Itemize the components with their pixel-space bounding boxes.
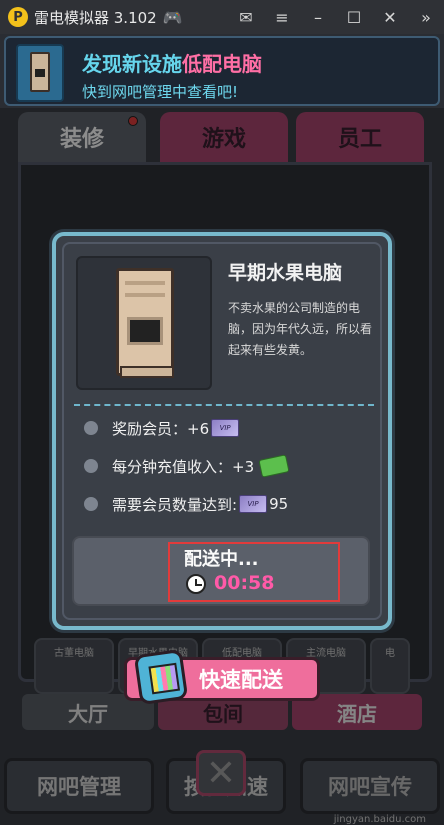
window-title: 雷电模拟器 3.102	[34, 8, 157, 27]
emulator-titlebar: P 雷电模拟器 3.102 🎮 ✉ ≡ – ☐ ✕ »	[0, 0, 444, 34]
delivery-status-panel: 配送中... 00:58	[72, 536, 370, 606]
stat-required-members-label: 需要会员数量达到:	[112, 495, 238, 514]
bullet-icon	[84, 421, 98, 435]
computer-image	[76, 256, 212, 390]
item-title: 早期水果电脑	[228, 262, 343, 284]
delivery-timer: 00:58	[214, 572, 275, 594]
quick-deliver-button[interactable]: 快速配送	[124, 648, 320, 706]
mail-icon[interactable]: ✉	[228, 8, 264, 27]
divider	[74, 404, 374, 406]
bullet-icon	[84, 497, 98, 511]
delivery-status: 配送中...	[184, 549, 259, 570]
notification-subtext: 快到网吧管理中查看吧!	[82, 83, 239, 101]
stat-recharge-income: 每分钟充值收入：+3	[84, 454, 290, 478]
stat-required-members-value: 95	[269, 495, 289, 513]
maximize-icon[interactable]: ☐	[336, 8, 372, 27]
stat-member-reward: 奖励会员：+6 VIP	[84, 416, 241, 440]
keyboard-icon	[120, 366, 174, 378]
cash-icon	[258, 454, 290, 478]
stat-recharge-income-label: 每分钟充值收入：+3	[112, 457, 255, 476]
tv-icon	[133, 648, 189, 706]
quick-deliver-label: 快速配送	[199, 668, 283, 692]
vip-ticket-icon: VIP	[239, 495, 268, 513]
item-description: 不卖水果的公司制造的电脑，因为年代久远，所以看起来有些发黄。	[228, 301, 373, 357]
notification-headline: 发现新设施低配电脑	[82, 48, 262, 77]
pc-thumbnail-icon	[16, 44, 64, 102]
window-controls: ✉ ≡ – ☐ ✕ »	[228, 0, 444, 34]
clock-icon	[186, 574, 206, 594]
computer-case-icon	[116, 268, 174, 376]
close-icon[interactable]: ✕	[372, 8, 408, 27]
menu-icon[interactable]: ≡	[264, 8, 300, 27]
notification-headline-prefix: 发现新设施	[82, 52, 182, 76]
bullet-icon	[84, 459, 98, 473]
stat-member-reward-label: 奖励会员：+6	[112, 419, 210, 438]
facility-detail-modal: 早期水果电脑 不卖水果的公司制造的电脑，因为年代久远，所以看起来有些发黄。 奖励…	[52, 232, 392, 630]
gamepad-icon[interactable]: 🎮	[163, 8, 183, 27]
back-icon[interactable]: »	[408, 8, 444, 27]
notification-headline-item: 低配电脑	[182, 52, 262, 76]
vip-ticket-icon: VIP	[211, 419, 240, 437]
new-facility-notification[interactable]: 发现新设施低配电脑 快到网吧管理中查看吧!	[4, 36, 440, 106]
stat-required-members: 需要会员数量达到: VIP 95	[84, 492, 288, 516]
minimize-icon[interactable]: –	[300, 8, 336, 27]
emulator-logo-icon: P	[8, 7, 28, 27]
